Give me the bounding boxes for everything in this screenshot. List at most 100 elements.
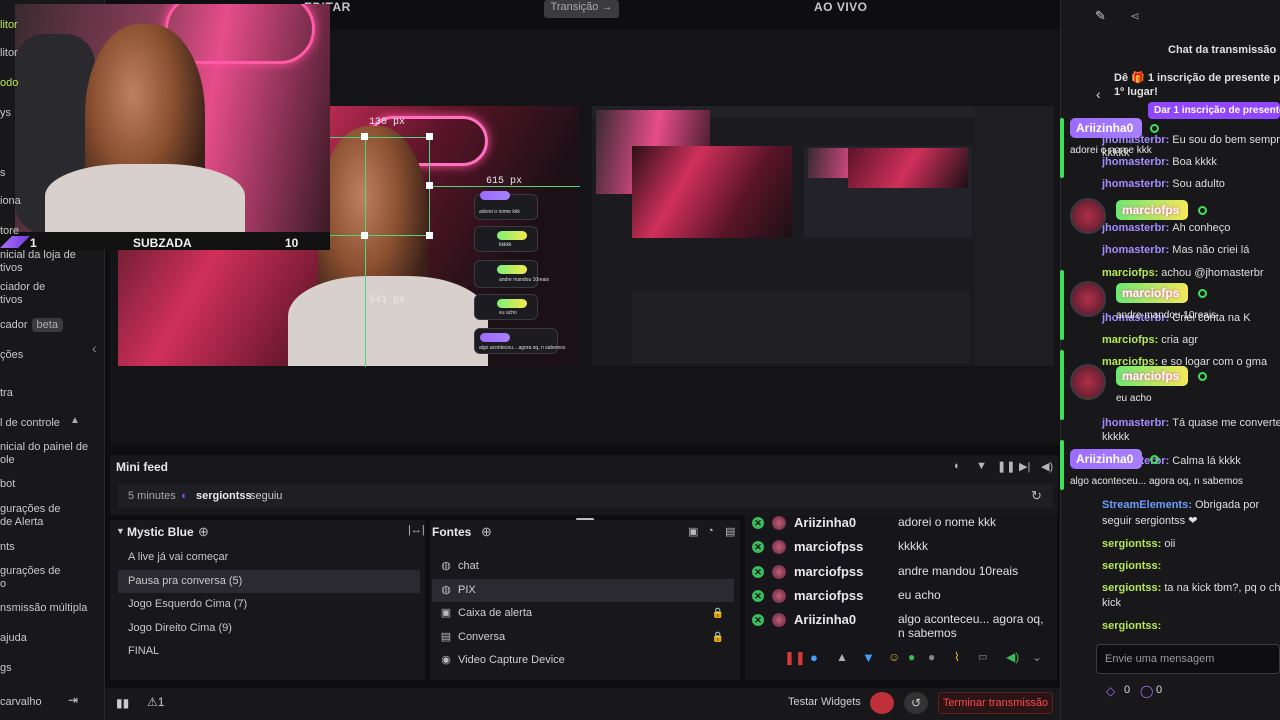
sidebar-item[interactable]: gs [0, 661, 12, 675]
bell-icon[interactable]: ▲ [836, 650, 848, 664]
sources-folder-icon[interactable]: ▣ [688, 525, 698, 538]
chat-username[interactable]: jhomasterbr: [1102, 178, 1172, 190]
chat-username[interactable]: jhomasterbr: [1102, 244, 1172, 256]
chat-username[interactable]: jhomasterbr: [1102, 417, 1172, 429]
sidebar-item[interactable]: ciador de [0, 280, 45, 294]
sidebar-item[interactable]: ções [0, 348, 23, 362]
chevron-down-icon[interactable]: ▼ [116, 526, 125, 536]
resize-handle[interactable] [426, 232, 433, 239]
sidebar-item[interactable]: tivos [0, 293, 23, 307]
resize-handle[interactable] [426, 133, 433, 140]
sidebar-item[interactable]: nicial da loja de [0, 248, 76, 262]
chat-input[interactable]: Envie uma mensagem [1096, 644, 1280, 674]
sidebar-item[interactable]: nsmissão múltipla [0, 601, 87, 615]
sidebar-item[interactable]: l de controle [0, 416, 60, 430]
source-item[interactable]: ◍ chat [432, 555, 734, 578]
sidebar-item[interactable]: carvalho [0, 695, 42, 709]
dismiss-icon[interactable]: ✕ [752, 589, 764, 602]
sidebar-item[interactable]: litor [0, 46, 18, 60]
sidebar-item[interactable]: tore [0, 224, 19, 238]
add-scene-icon[interactable]: ⊕ [198, 524, 209, 540]
volume-icon[interactable]: ◀) [1041, 460, 1053, 473]
feed-collapse-icon[interactable]: ⌄ [1032, 650, 1042, 664]
chat-username[interactable]: sergiontss: [1102, 582, 1164, 594]
alert-icon[interactable]: ⚠1 [147, 695, 164, 709]
scene-item[interactable]: Pausa pra conversa (5) [118, 569, 420, 593]
shield-icon[interactable]: ◐ [954, 460, 961, 472]
sidebar-item[interactable]: litor [0, 18, 18, 32]
source-item[interactable]: ◉ Video Capture Device [432, 649, 734, 672]
resize-handle[interactable] [426, 182, 433, 189]
chat-username[interactable]: StreamElements: [1102, 499, 1195, 511]
scene-item[interactable]: A live já vai começar [118, 546, 420, 569]
resize-handle[interactable] [361, 133, 368, 140]
back-icon[interactable]: ‹ [1096, 86, 1101, 102]
sidebar-item[interactable]: gurações de [0, 564, 61, 578]
chat-username[interactable]: jhomasterbr: [1102, 222, 1172, 234]
feed-volume-icon[interactable]: ◀) [1006, 650, 1019, 664]
record-button[interactable] [870, 692, 894, 714]
edit-icon[interactable]: ✎ [1095, 8, 1106, 24]
dismiss-icon[interactable]: ✕ [752, 541, 764, 554]
sidebar-item[interactable]: de Alerta [0, 515, 43, 529]
sidebar-item[interactable]: cador beta [0, 318, 63, 332]
collapse-sidebar-icon[interactable]: ‹ [92, 340, 97, 356]
sidebar-item[interactable]: bot [0, 477, 15, 491]
logout-icon[interactable]: ⇥ [68, 693, 78, 707]
sidebar-item[interactable]: tivos [0, 261, 23, 275]
chevron-up-icon[interactable]: ▲ [70, 415, 80, 426]
share-icon[interactable]: ⋖ [1130, 9, 1140, 23]
sidebar-item[interactable]: odo [0, 76, 18, 90]
source-item[interactable]: ◍ PIX [432, 578, 734, 602]
add-source-icon[interactable]: ⊕ [481, 524, 492, 540]
scene-item[interactable]: FINAL [118, 640, 420, 663]
chat-username[interactable]: jhomasterbr: [1102, 156, 1172, 168]
source-item[interactable]: ▣ Caixa de alerta 🔒 [432, 602, 734, 625]
lock-icon[interactable]: 🔒 [712, 626, 724, 649]
sidebar-item[interactable]: gurações de [0, 502, 61, 516]
pause-icon[interactable]: ❚❚ [997, 460, 1015, 473]
sidebar-item[interactable]: tra [0, 386, 13, 400]
sidebar-item[interactable]: iona [0, 194, 21, 208]
keyboard-icon[interactable]: ▭ [978, 652, 987, 663]
points-icon[interactable]: ◯ [1140, 684, 1153, 698]
chat-username[interactable]: marciofps: [1102, 267, 1161, 279]
end-stream-button[interactable]: Terminar transmissão [938, 692, 1053, 714]
sidebar-item[interactable]: ole [0, 453, 15, 467]
dismiss-icon[interactable]: ✕ [752, 614, 764, 627]
scene-collection-title[interactable]: Mystic Blue [127, 525, 194, 539]
bits-icon[interactable]: ◇ [1106, 684, 1115, 698]
pause-feed-icon[interactable]: ❚❚ [784, 650, 806, 666]
replay-icon[interactable]: ↺ [904, 692, 928, 714]
refresh-icon[interactable]: ↻ [1031, 488, 1042, 504]
source-item[interactable]: ▤ Conversa 🔒 [432, 626, 734, 649]
sidebar-item[interactable]: s [0, 166, 6, 180]
resize-handle[interactable] [361, 232, 368, 239]
lock-icon[interactable]: 🔒 [712, 602, 724, 625]
broom-icon[interactable]: ⌇ [954, 650, 960, 664]
sidebar-item[interactable]: o [0, 577, 6, 591]
filter-icon[interactable]: ▼ [976, 460, 987, 472]
scene-item[interactable]: Jogo Esquerdo Cima (7) [118, 593, 420, 616]
sidebar-item[interactable]: ys [0, 106, 11, 120]
collapse-panel-icon[interactable]: |↔| [408, 524, 425, 536]
test-widgets-button[interactable]: Testar Widgets [788, 696, 861, 708]
dismiss-icon[interactable]: ✕ [752, 565, 764, 578]
sources-filter-icon[interactable]: ◔ [707, 525, 714, 537]
gift-sub-button[interactable]: Dar 1 inscrição de presente [1148, 102, 1280, 119]
chat-username[interactable]: sergiontss: [1102, 560, 1161, 572]
scene-item[interactable]: Jogo Direito Cima (9) [118, 617, 420, 640]
emoji-icon[interactable]: ☺ [888, 650, 900, 664]
green-circle-icon[interactable]: ● [908, 650, 915, 664]
sidebar-item[interactable]: ajuda [0, 631, 27, 645]
grey-circle-icon[interactable]: ● [928, 650, 935, 664]
chat-bubble-icon[interactable]: ● [810, 650, 818, 665]
live-preview[interactable] [592, 106, 1054, 366]
transition-button[interactable]: Transição → [544, 0, 619, 18]
chat-username[interactable]: marciofps: [1102, 334, 1161, 346]
chat-username[interactable]: sergiontss: [1102, 538, 1164, 550]
filter-feed-icon[interactable]: ▼ [862, 650, 875, 665]
sidebar-item[interactable]: nicial do painel de [0, 440, 88, 454]
dismiss-icon[interactable]: ✕ [752, 517, 764, 529]
sidebar-item[interactable]: nts [0, 540, 15, 554]
